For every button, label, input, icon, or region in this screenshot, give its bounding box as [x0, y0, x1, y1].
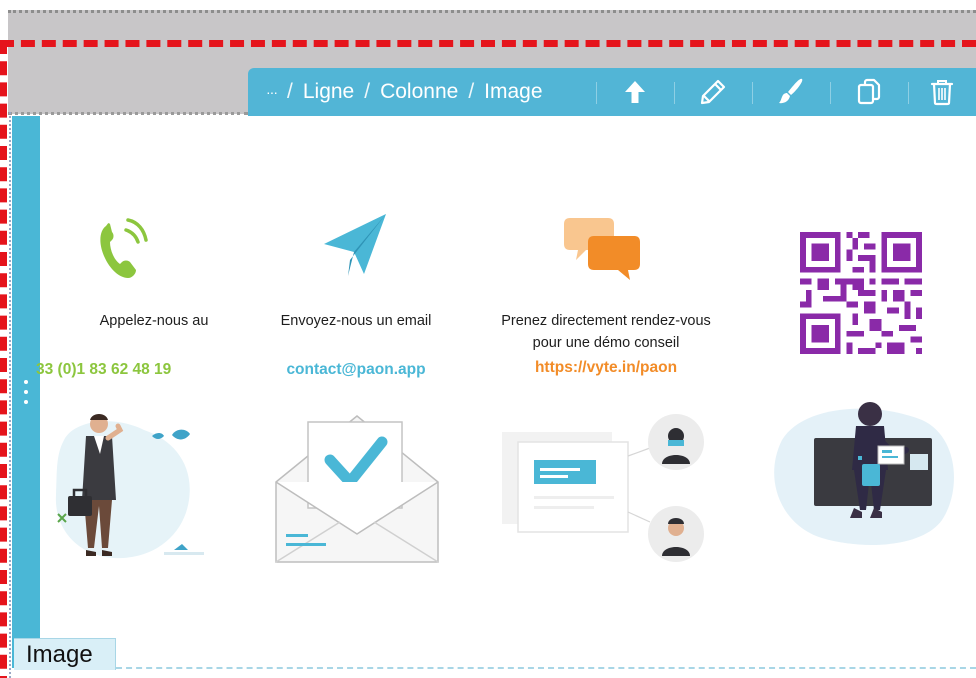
element-toolbar: ··· / Ligne / Colonne / Image — [248, 68, 976, 116]
paper-plane-icon — [324, 214, 386, 276]
breadcrumb-ellipsis[interactable]: ··· — [266, 84, 278, 100]
page-builder-canvas: Appelez-nous au 33 (0)1 83 62 48 19 Envo… — [0, 0, 976, 678]
selection-outline-top — [0, 40, 976, 47]
phone-label: Appelez-nous au — [99, 313, 209, 329]
edit-button[interactable] — [674, 68, 752, 116]
paintbrush-icon — [779, 78, 803, 104]
qr-code-icon[interactable] — [800, 232, 922, 354]
select-parent-button[interactable] — [596, 68, 674, 116]
trash-icon — [930, 80, 954, 106]
email-label: Envoyez-nous un email — [280, 313, 432, 329]
breadcrumb-item-ligne[interactable]: Ligne — [303, 80, 354, 104]
pencil-icon — [700, 79, 726, 105]
style-button[interactable] — [752, 68, 830, 116]
breadcrumb: ··· / Ligne / Colonne / Image — [266, 68, 543, 116]
image-block-outline-bottom — [116, 667, 976, 669]
arrow-up-icon — [625, 81, 645, 103]
delete-button[interactable] — [908, 68, 976, 116]
selected-element-label: Image — [14, 638, 116, 670]
phone-number[interactable]: 33 (0)1 83 62 48 19 — [36, 360, 216, 380]
chat-bubbles-icon — [564, 218, 640, 280]
person-at-desk-illustration — [774, 402, 954, 545]
duplicate-button[interactable] — [830, 68, 908, 116]
person-on-phone-illustration — [55, 414, 204, 559]
email-address[interactable]: contact@paon.app — [246, 360, 466, 380]
contact-column-qr — [756, 200, 976, 600]
column-outline-top — [8, 112, 248, 115]
demo-booking-link[interactable]: https://vyte.in/paon — [476, 358, 736, 378]
row-outline-top — [8, 10, 976, 13]
column-outline-left — [9, 112, 11, 678]
breadcrumb-separator: / — [468, 80, 475, 103]
breadcrumb-separator: / — [364, 80, 371, 103]
contact-column-email: Envoyez-nous un email contact@paon.app — [246, 200, 466, 600]
demo-label-line1: Prenez directement rendez-vous — [501, 313, 711, 329]
selection-outline-left — [0, 40, 7, 678]
drag-handle-icon[interactable] — [23, 380, 29, 404]
breadcrumb-item-colonne[interactable]: Colonne — [380, 80, 458, 104]
phone-icon — [100, 218, 148, 278]
contact-column-demo: Prenez directement rendez-vous pour une … — [476, 200, 736, 600]
contact-column-phone: Appelez-nous au 33 (0)1 83 62 48 19 — [36, 200, 264, 600]
demo-label-line2: pour une démo conseil — [532, 335, 680, 351]
envelope-check-illustration — [275, 415, 439, 563]
copy-icon — [857, 78, 881, 105]
breadcrumb-item-image[interactable]: Image — [484, 80, 542, 104]
video-meeting-illustration — [502, 414, 704, 562]
breadcrumb-separator: / — [287, 80, 293, 103]
